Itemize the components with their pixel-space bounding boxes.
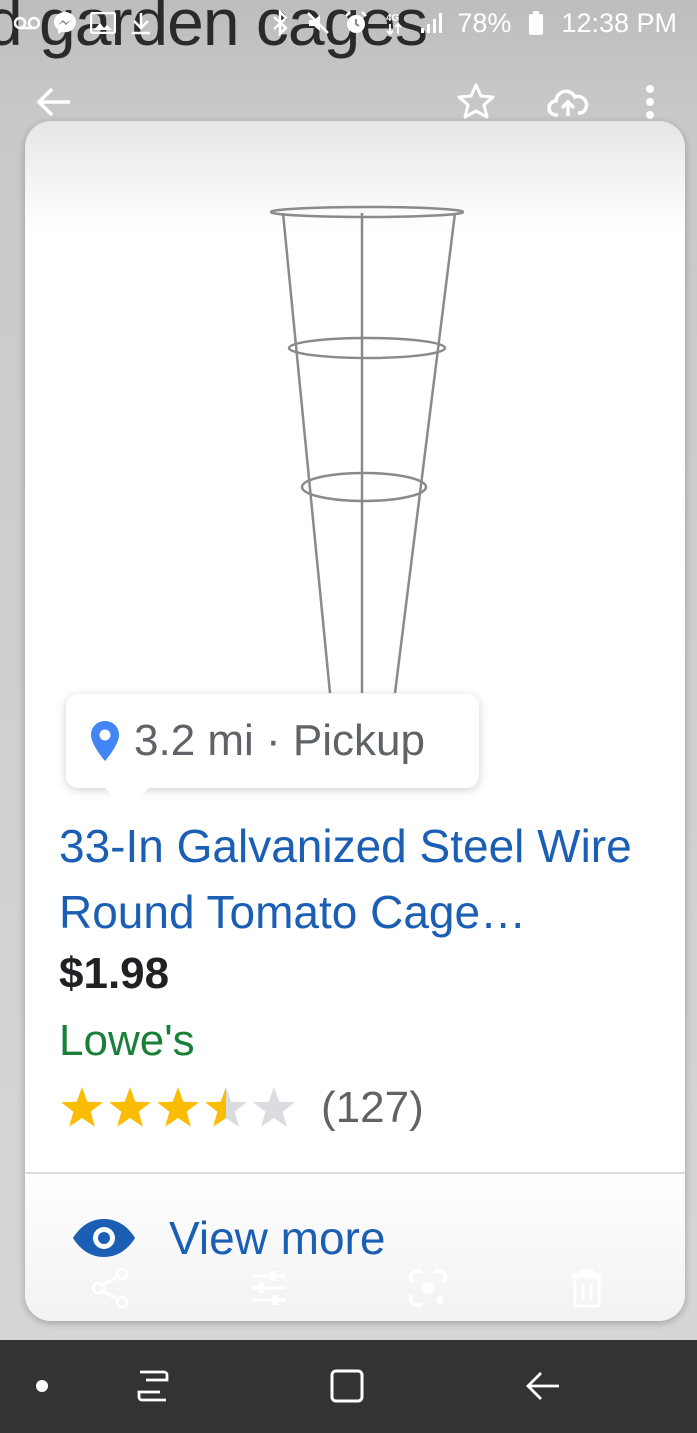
location-pin-icon — [91, 721, 119, 761]
battery-icon — [523, 10, 549, 36]
eye-icon — [73, 1219, 135, 1257]
signal-icon — [419, 10, 445, 36]
seller-name: Lowe's — [59, 1016, 195, 1065]
delete-icon[interactable] — [562, 1263, 612, 1313]
product-price: $1.98 — [59, 949, 170, 998]
view-more-button[interactable]: View more — [71, 1211, 385, 1265]
status-bar: 4G 78% 12:38 PM — [0, 0, 697, 46]
alarm-icon — [343, 10, 369, 36]
rating-star — [253, 1087, 295, 1127]
cloud-upload-icon[interactable] — [546, 80, 590, 124]
svg-text:4G: 4G — [386, 13, 400, 24]
tomato-cage-image — [269, 205, 465, 694]
pickup-bubble: 3.2 mi · Pickup — [66, 694, 479, 788]
rating-star — [205, 1087, 247, 1127]
pickup-distance: 3.2 mi · Pickup — [134, 716, 425, 765]
product-title-link[interactable]: 33-In Galvanized Steel Wire Round Tomato… — [59, 813, 669, 945]
share-icon[interactable] — [85, 1263, 135, 1313]
review-count: (127) — [321, 1083, 424, 1132]
rating-star — [157, 1087, 199, 1127]
star-icon[interactable] — [454, 80, 498, 124]
rating-star — [61, 1087, 103, 1127]
lens-icon[interactable] — [403, 1263, 453, 1313]
rating-star — [109, 1087, 151, 1127]
adjust-icon[interactable] — [244, 1263, 294, 1313]
product-card[interactable]: 3.2 mi · Pickup 33-In Galvanized Steel W… — [25, 121, 685, 1321]
pickup-bubble-tail — [103, 786, 151, 810]
messenger-icon — [52, 10, 78, 36]
navigation-bar — [0, 1340, 697, 1433]
4g-icon: 4G — [381, 10, 407, 36]
voicemail-icon — [14, 10, 40, 36]
battery-percent: 78% — [457, 7, 512, 38]
download-icon — [128, 10, 154, 36]
recents-icon[interactable] — [131, 1364, 175, 1408]
back-icon[interactable] — [521, 1364, 565, 1408]
status-time: 12:38 PM — [561, 7, 677, 38]
bluetooth-icon — [267, 10, 293, 36]
star-rating — [61, 1087, 295, 1127]
view-more-label: View more — [169, 1212, 386, 1264]
more-vert-icon[interactable] — [628, 80, 672, 124]
mute-icon — [305, 10, 331, 36]
rating-row: (127) — [59, 1083, 424, 1133]
home-icon[interactable] — [325, 1364, 369, 1408]
dot-icon — [20, 1364, 64, 1408]
back-arrow-icon[interactable] — [32, 80, 76, 124]
card-divider — [25, 1172, 685, 1174]
image-icon — [90, 10, 116, 36]
